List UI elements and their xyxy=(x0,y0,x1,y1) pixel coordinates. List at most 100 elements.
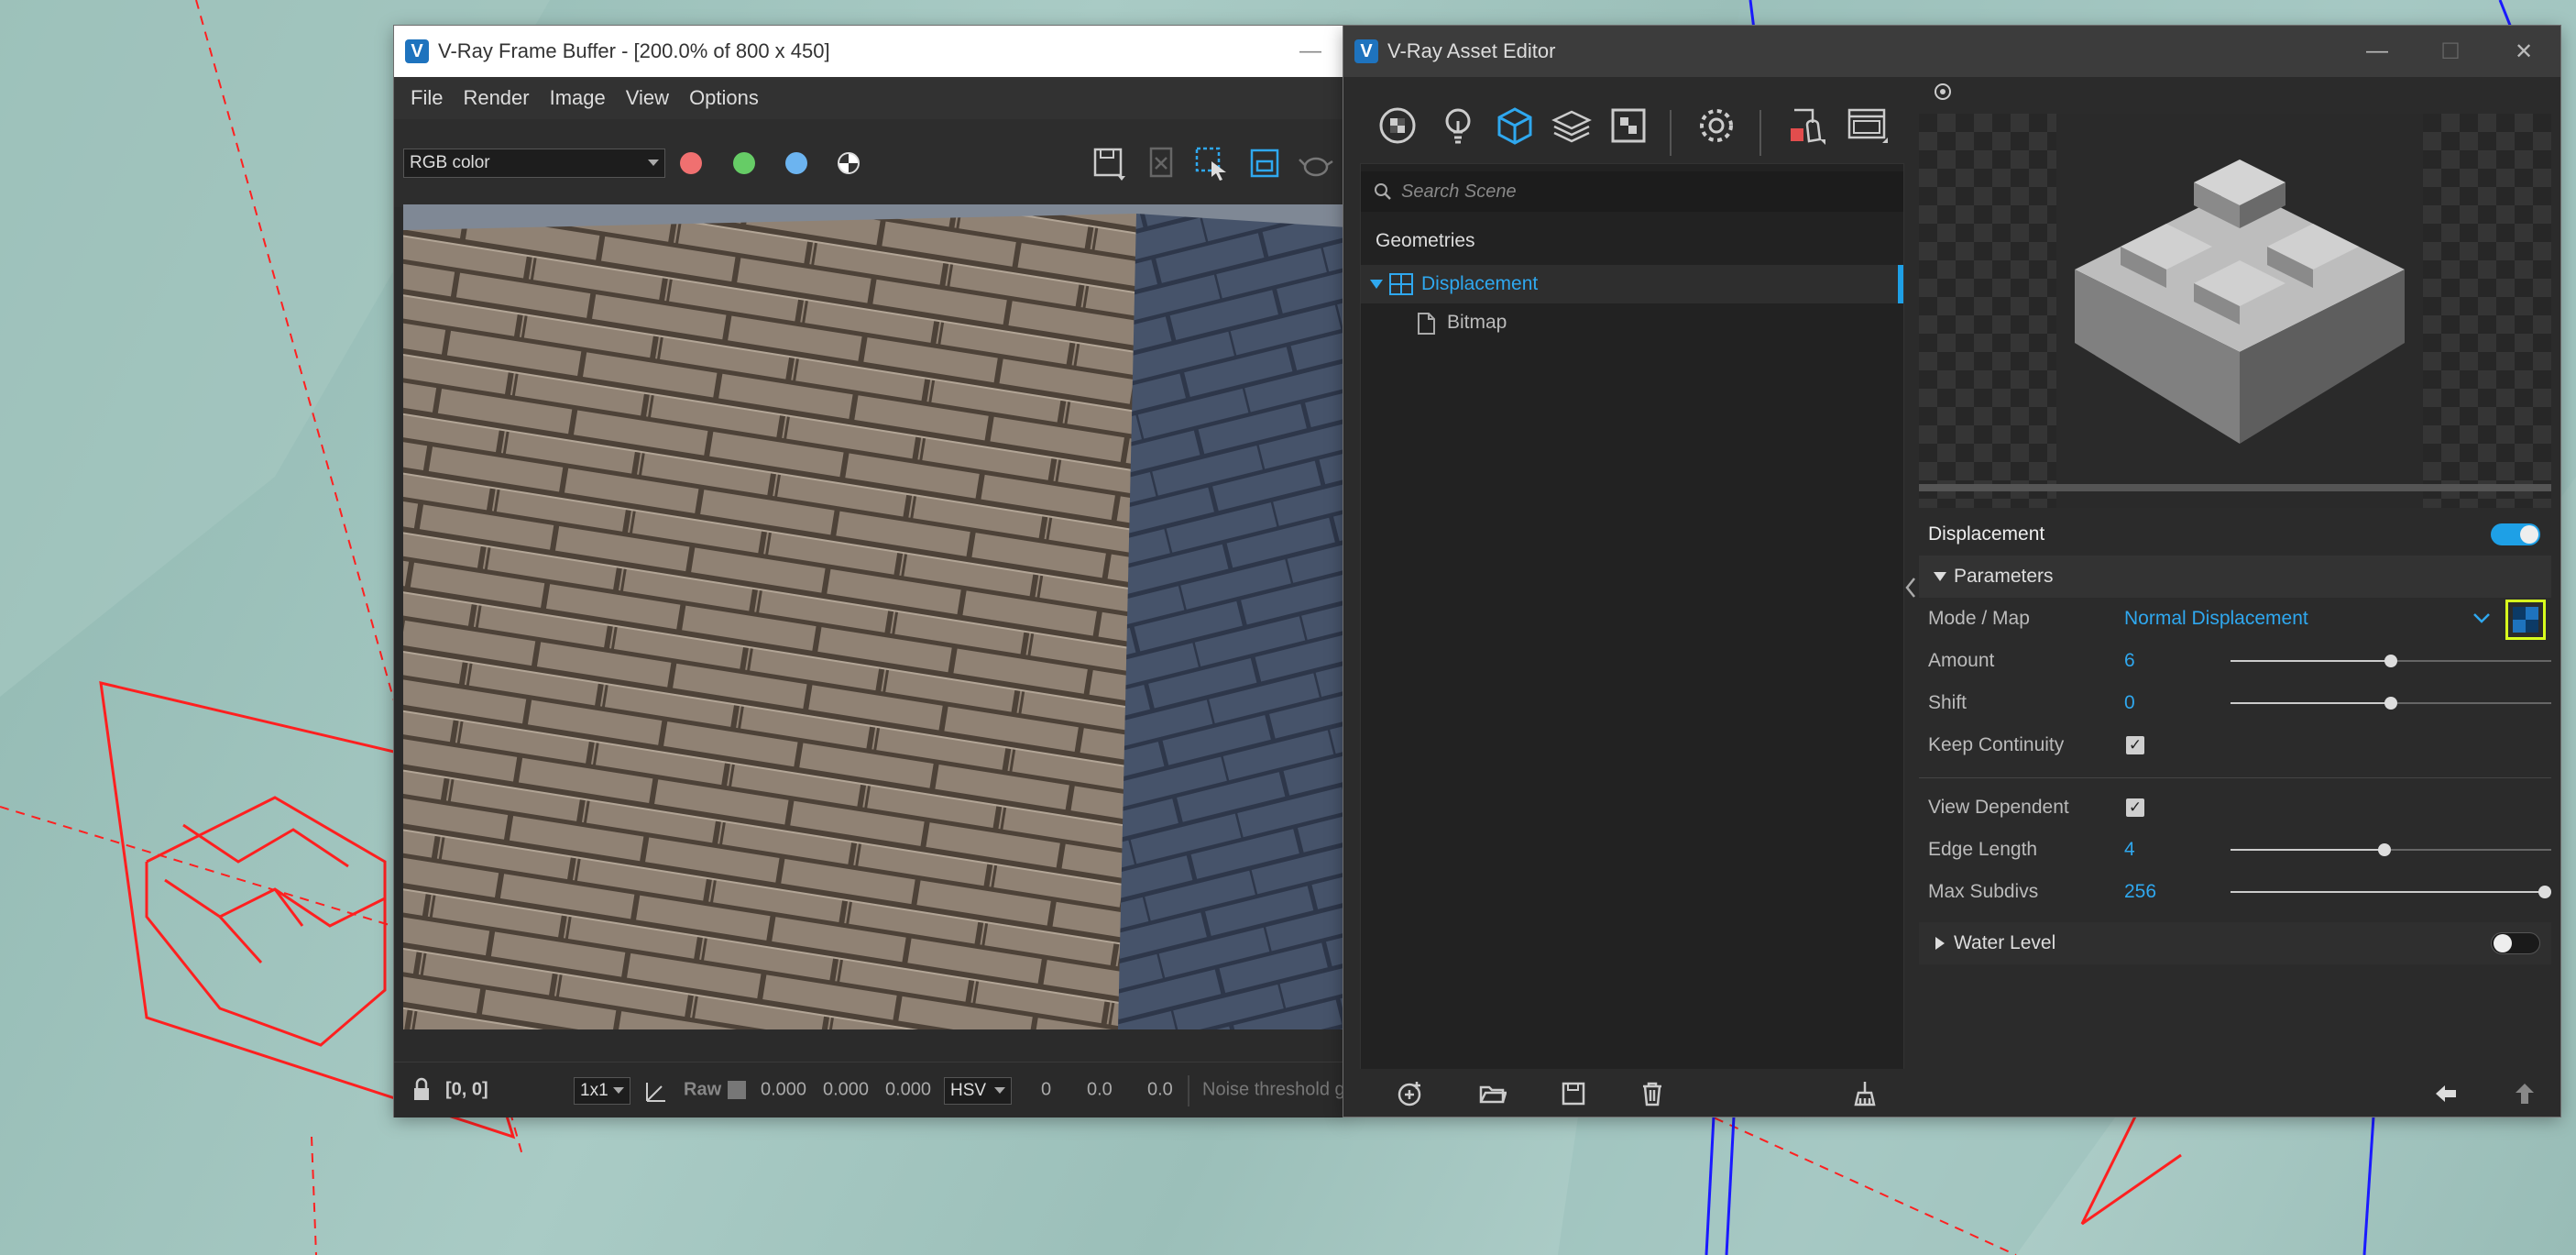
save-file-icon[interactable] xyxy=(1560,1080,1587,1107)
minimize-button[interactable]: — xyxy=(1274,26,1347,77)
menu-render[interactable]: Render xyxy=(463,86,529,110)
slider-knob[interactable] xyxy=(2378,843,2391,856)
render-image[interactable] xyxy=(403,204,1347,1029)
scene-outliner[interactable]: Search Scene Geometries Displacement Bit… xyxy=(1360,163,1904,1102)
preview-settings-icon[interactable] xyxy=(1932,81,1954,103)
vray-logo-icon: V xyxy=(405,39,429,63)
red-channel-button[interactable] xyxy=(680,152,702,174)
menu-view[interactable]: View xyxy=(626,86,669,110)
amount-slider[interactable] xyxy=(2231,655,2551,667)
collapse-panel-icon[interactable] xyxy=(1904,576,1917,600)
parameters-header[interactable]: Parameters xyxy=(1919,556,2551,598)
max-subdivs-slider[interactable] xyxy=(2231,886,2551,898)
add-asset-icon[interactable] xyxy=(1397,1080,1424,1107)
menu-options[interactable]: Options xyxy=(689,86,759,110)
slider-knob[interactable] xyxy=(2538,886,2551,898)
frame-buffer-menubar: File Render Image View Options xyxy=(394,77,1347,119)
expand-triangle-icon[interactable] xyxy=(1934,572,1946,581)
ratio-select[interactable]: 1x1 xyxy=(574,1077,630,1105)
teapot-render-icon[interactable] xyxy=(1298,145,1334,182)
color-picker-icon[interactable] xyxy=(643,1077,669,1103)
textures-icon[interactable] xyxy=(1607,105,1650,147)
purge-broom-icon[interactable] xyxy=(1851,1080,1879,1107)
raw-label: Raw xyxy=(684,1079,722,1100)
shift-row: Shift 0 xyxy=(1919,682,2551,724)
menu-image[interactable]: Image xyxy=(550,86,606,110)
tree-item-bitmap[interactable]: Bitmap xyxy=(1361,303,1903,342)
edge-length-label: Edge Length xyxy=(1928,839,2038,860)
water-level-header[interactable]: Water Level xyxy=(1919,922,2551,964)
frame-buffer-window[interactable]: V V-Ray Frame Buffer - [200.0% of 800 x … xyxy=(394,26,1347,1117)
minimize-button[interactable]: — xyxy=(2340,26,2414,77)
search-input[interactable]: Search Scene xyxy=(1361,171,1903,212)
layers-icon[interactable] xyxy=(1551,105,1593,147)
slider-knob[interactable] xyxy=(2384,655,2397,667)
edge-length-value[interactable]: 4 xyxy=(2124,839,2135,861)
clear-image-icon[interactable] xyxy=(1144,145,1180,182)
save-image-icon[interactable] xyxy=(1091,145,1127,182)
materials-icon[interactable] xyxy=(1376,105,1419,147)
up-arrow-icon[interactable] xyxy=(2511,1080,2538,1107)
keep-continuity-checkbox[interactable]: ✓ xyxy=(2126,736,2144,754)
keep-continuity-row: Keep Continuity ✓ xyxy=(1919,724,2551,766)
max-subdivs-row: Max Subdivs 256 xyxy=(1919,871,2551,913)
menu-file[interactable]: File xyxy=(411,86,443,110)
max-subdivs-value[interactable]: 256 xyxy=(2124,881,2156,903)
channel-select[interactable]: RGB color xyxy=(403,149,665,178)
color-mode-select[interactable]: HSV xyxy=(944,1077,1012,1105)
alpha-channel-button[interactable] xyxy=(838,152,860,174)
displacement-toggle[interactable] xyxy=(2491,523,2540,545)
edge-length-slider[interactable] xyxy=(2231,843,2551,856)
lights-icon[interactable] xyxy=(1437,105,1479,147)
tree-item-displacement[interactable]: Displacement xyxy=(1361,265,1903,303)
view-dependent-label: View Dependent xyxy=(1928,797,2069,818)
settings-gear-icon[interactable] xyxy=(1695,105,1737,147)
amount-label: Amount xyxy=(1928,650,1995,671)
shift-label: Shift xyxy=(1928,692,1968,713)
chevron-down-icon[interactable] xyxy=(2472,611,2491,625)
blue-channel-button[interactable] xyxy=(785,152,807,174)
preview-checker-left xyxy=(1919,114,2056,508)
delete-trash-icon[interactable] xyxy=(1639,1080,1666,1107)
asset-editor-title: V-Ray Asset Editor xyxy=(1387,39,1556,62)
back-arrow-icon[interactable] xyxy=(2432,1080,2460,1107)
render-region-icon[interactable] xyxy=(1246,145,1283,182)
frame-buffer-statusbar: [0, 0] 1x1 Raw 0.000 0.000 0.000 HSV 0 0… xyxy=(394,1062,1347,1117)
shift-value[interactable]: 0 xyxy=(2124,692,2135,714)
expand-triangle-icon[interactable] xyxy=(1935,937,1945,950)
frame-buffer-titlebar[interactable]: V V-Ray Frame Buffer - [200.0% of 800 x … xyxy=(394,26,1347,77)
geometry-icon[interactable] xyxy=(1494,105,1536,147)
tree-item-label: Displacement xyxy=(1421,273,1539,294)
frame-buffer-title: V-Ray Frame Buffer - [200.0% of 800 x 45… xyxy=(438,39,830,62)
open-file-icon[interactable] xyxy=(1479,1080,1507,1107)
render-window-icon[interactable] xyxy=(1846,105,1888,147)
max-subdivs-label: Max Subdivs xyxy=(1928,881,2039,902)
asset-editor-titlebar[interactable]: V V-Ray Asset Editor — ☐ ✕ xyxy=(1343,26,2560,77)
mode-map-dropdown[interactable]: Normal Displacement xyxy=(2124,608,2308,630)
texture-map-button[interactable] xyxy=(2505,600,2546,640)
slider-knob[interactable] xyxy=(2384,697,2397,710)
ratio-value: 1x1 xyxy=(580,1081,608,1100)
amount-row: Amount 6 xyxy=(1919,640,2551,682)
close-button[interactable]: ✕ xyxy=(2487,26,2560,77)
maximize-button[interactable]: ☐ xyxy=(2414,26,2487,77)
blue-value: 0.000 xyxy=(885,1079,932,1100)
view-dependent-checkbox[interactable]: ✓ xyxy=(2126,798,2144,817)
expand-triangle-icon[interactable] xyxy=(1370,280,1383,289)
water-level-toggle[interactable] xyxy=(2491,932,2540,954)
amount-value[interactable]: 6 xyxy=(2124,650,2135,672)
interactive-render-icon[interactable] xyxy=(1785,105,1827,147)
asset-editor-toolbar xyxy=(1343,77,1912,169)
material-preview xyxy=(1919,114,2551,508)
region-render-icon[interactable] xyxy=(1193,145,1230,182)
toggle-knob xyxy=(2494,934,2512,952)
chevron-down-icon xyxy=(994,1087,1005,1094)
properties-panel: Displacement Parameters Mode / Map Norma… xyxy=(1919,484,2551,1034)
lock-icon[interactable] xyxy=(409,1077,434,1103)
displacement-header: Displacement xyxy=(1919,513,2551,556)
chevron-down-icon xyxy=(613,1087,624,1094)
asset-editor-window[interactable]: V V-Ray Asset Editor — ☐ ✕ Search Scene … xyxy=(1343,26,2560,1117)
shift-slider[interactable] xyxy=(2231,697,2551,710)
green-channel-button[interactable] xyxy=(733,152,755,174)
preview-checker-right xyxy=(2423,114,2551,508)
